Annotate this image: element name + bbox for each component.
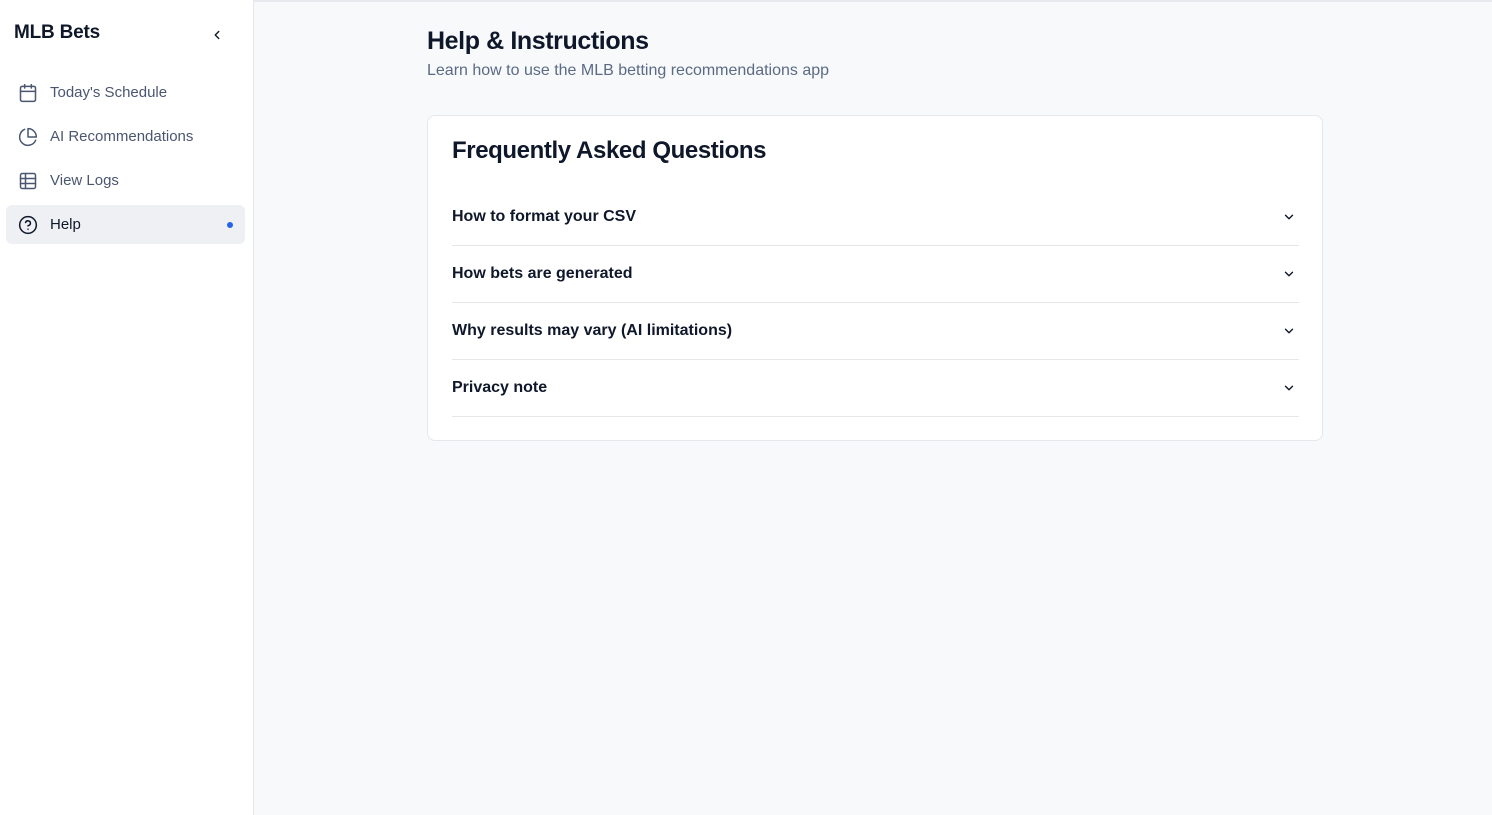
faq-item-results-vary[interactable]: Why results may vary (AI limitations) [452, 303, 1299, 360]
faq-accordion: How to format your CSV How bets are gene… [452, 189, 1299, 417]
sidebar-nav: Today's Schedule AI Recommendations View… [6, 73, 245, 249]
faq-question: Privacy note [452, 379, 548, 396]
faq-title: Frequently Asked Questions [452, 137, 767, 164]
faq-item-csv-format[interactable]: How to format your CSV [452, 189, 1299, 246]
page-subtitle: Learn how to use the MLB betting recomme… [427, 62, 830, 79]
faq-question: How bets are generated [452, 265, 633, 282]
app-title: MLB Bets [14, 22, 101, 43]
sidebar-item-view-logs[interactable]: View Logs [6, 161, 245, 200]
sidebar-item-label: Help [50, 216, 81, 233]
sidebar-item-label: View Logs [50, 172, 119, 189]
chevron-left-icon [214, 30, 220, 40]
chevron-down-icon [1281, 380, 1297, 396]
collapse-sidebar-button[interactable] [206, 24, 228, 46]
sidebar-item-label: Today's Schedule [50, 84, 168, 101]
sidebar: MLB Bets Today's Schedule AI Recommendat… [0, 0, 254, 815]
sidebar-item-help[interactable]: Help [6, 205, 245, 244]
sidebar-item-label: AI Recommendations [50, 128, 194, 145]
faq-question: How to format your CSV [452, 208, 637, 225]
faq-item-bets-generated[interactable]: How bets are generated [452, 246, 1299, 303]
faq-question: Why results may vary (AI limitations) [452, 322, 733, 339]
sidebar-item-ai-recommendations[interactable]: AI Recommendations [6, 117, 245, 156]
page-title: Help & Instructions [427, 27, 649, 55]
table-icon [18, 171, 38, 191]
active-indicator-dot [227, 222, 233, 228]
chevron-down-icon [1281, 209, 1297, 225]
help-circle-icon [18, 215, 38, 235]
chevron-down-icon [1281, 323, 1297, 339]
chevron-down-icon [1281, 266, 1297, 282]
sidebar-item-todays-schedule[interactable]: Today's Schedule [6, 73, 245, 112]
faq-item-privacy[interactable]: Privacy note [452, 360, 1299, 417]
faq-card: Frequently Asked Questions How to format… [427, 115, 1323, 441]
pie-chart-icon [18, 127, 38, 147]
calendar-icon [18, 83, 38, 103]
